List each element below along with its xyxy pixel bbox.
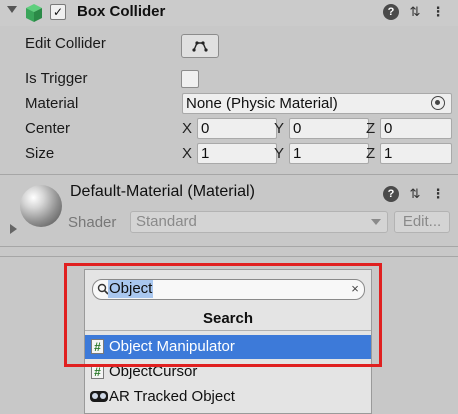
is-trigger-label: Is Trigger <box>25 70 88 87</box>
center-label: Center <box>25 120 71 137</box>
center-x-field[interactable]: 0 <box>197 118 277 139</box>
section-divider <box>0 256 458 257</box>
shader-label: Shader <box>68 214 117 231</box>
ar-tracked-icon <box>90 391 108 402</box>
center-x-label: X <box>182 120 193 137</box>
size-z-field[interactable]: 1 <box>380 143 452 164</box>
center-z-field[interactable]: 0 <box>380 118 452 139</box>
size-y-label: Y <box>274 145 285 162</box>
material-title: Default-Material (Material) <box>70 183 255 200</box>
component-title: Box Collider <box>77 3 166 20</box>
edit-collider-label: Edit Collider <box>25 35 106 52</box>
size-x-label: X <box>182 145 193 162</box>
edit-bounds-icon <box>192 41 208 52</box>
presets-icon[interactable]: ⇅ <box>407 4 423 20</box>
material-more-options-icon[interactable]: ⋮ <box>430 186 446 202</box>
foldout-arrow-icon[interactable] <box>7 6 17 13</box>
section-divider <box>0 246 458 247</box>
section-divider <box>0 174 458 175</box>
dropdown-arrow-icon <box>371 219 381 225</box>
center-y-label: Y <box>274 120 285 137</box>
search-result-ar-tracked-object[interactable]: AR Tracked Object <box>85 385 371 409</box>
size-z-label: Z <box>366 145 376 162</box>
result-label: AR Tracked Object <box>109 388 235 405</box>
center-y-field[interactable]: 0 <box>289 118 369 139</box>
edit-collider-button[interactable] <box>181 34 219 58</box>
size-y-field[interactable]: 1 <box>289 143 369 164</box>
center-z-label: Z <box>366 120 376 137</box>
is-trigger-checkbox[interactable] <box>181 70 199 88</box>
annotation-highlight-box <box>64 263 382 367</box>
size-label: Size <box>25 145 55 162</box>
material-foldout-arrow-icon[interactable] <box>10 224 17 234</box>
material-preview-sphere <box>20 185 62 227</box>
component-enabled-checkbox[interactable]: ✓ <box>50 4 66 20</box>
help-icon[interactable]: ? <box>383 4 399 20</box>
more-options-icon[interactable]: ⋮ <box>430 4 446 20</box>
material-help-icon[interactable]: ? <box>383 186 399 202</box>
object-picker-icon[interactable] <box>431 96 445 110</box>
shader-edit-button[interactable]: Edit... <box>394 211 450 233</box>
material-label: Material <box>25 95 79 112</box>
shader-dropdown[interactable]: Standard <box>130 211 388 233</box>
material-presets-icon[interactable]: ⇅ <box>407 186 423 202</box>
cube-icon <box>26 4 42 22</box>
size-x-field[interactable]: 1 <box>197 143 277 164</box>
material-object-field[interactable]: None (Physic Material) <box>182 93 452 114</box>
